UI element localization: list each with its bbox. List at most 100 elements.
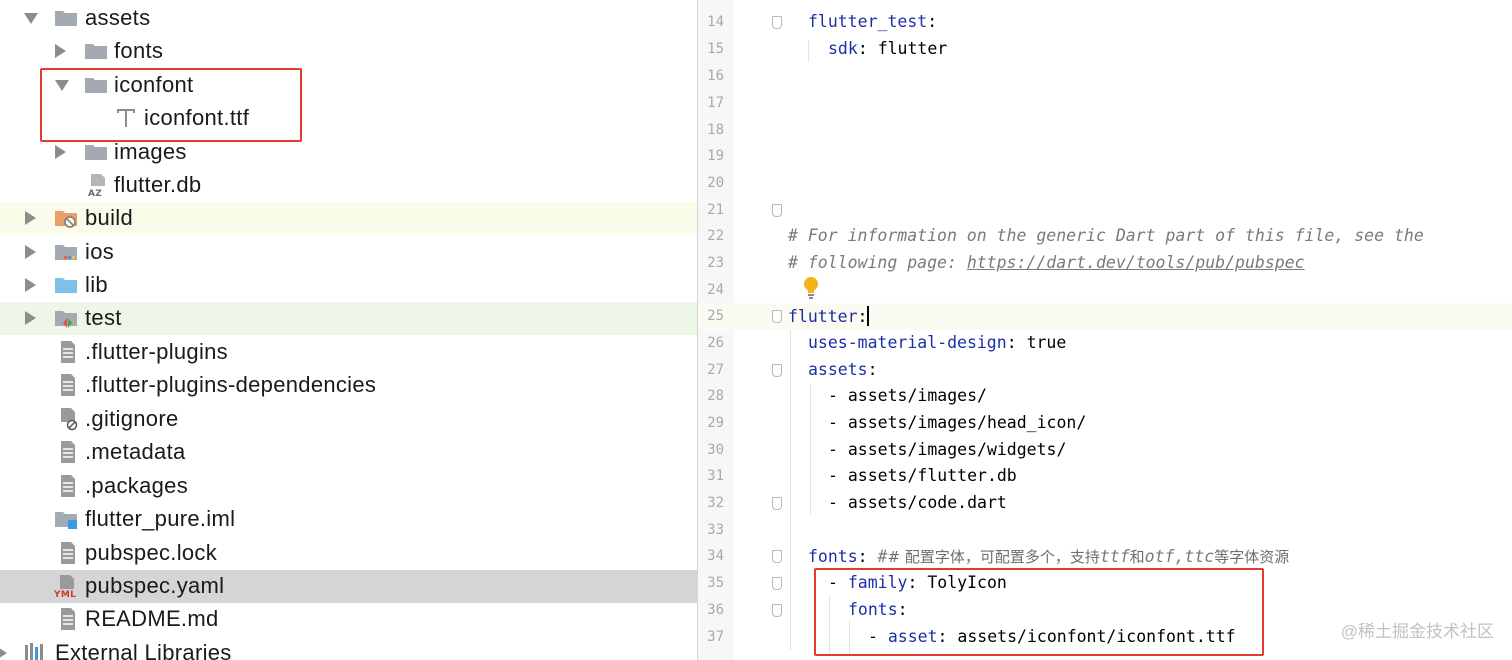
comment-text: # following page: — [788, 253, 967, 272]
yaml-list-item: - assets/code.dart — [828, 493, 1007, 512]
fold-marker-icon[interactable] — [772, 364, 782, 377]
tree-item-packages[interactable]: .packages — [0, 470, 697, 503]
code-line-20: 20 — [698, 170, 1512, 197]
fold-marker-icon[interactable] — [772, 577, 782, 590]
tree-item-test[interactable]: test — [0, 302, 697, 335]
lightbulb-icon[interactable] — [802, 276, 820, 300]
tree-item-fonts[interactable]: fonts — [0, 35, 697, 68]
tree-item-label: External Libraries — [55, 640, 232, 660]
tree-item-label: pubspec.yaml — [85, 573, 225, 598]
line-number: 24 — [707, 282, 724, 298]
text-file-icon — [61, 542, 75, 564]
comment-text: # — [877, 547, 888, 566]
fold-marker-icon[interactable] — [772, 604, 782, 617]
comment-text: ttf — [1099, 547, 1130, 566]
yaml-key: sdk — [828, 39, 858, 58]
tree-item-external-libraries[interactable]: External Libraries — [0, 637, 697, 660]
code-line-28: 28 - assets/images/ — [698, 383, 1512, 410]
line-number: 31 — [707, 468, 724, 484]
tree-item-gitignore[interactable]: .gitignore — [0, 403, 697, 436]
pubspec-docs-link[interactable]: https://dart.dev/tools/pub/pubspec — [967, 253, 1305, 272]
tree-item-readme[interactable]: README.md — [0, 603, 697, 636]
tree-item-flutter-plugins[interactable]: .flutter-plugins — [0, 336, 697, 369]
code-line-26: 26 uses-material-design: true — [698, 330, 1512, 357]
comment-text: # 配置字体，可配置多个，支持 — [887, 548, 1100, 566]
line-number: 29 — [707, 415, 724, 431]
yaml-value: true — [1026, 333, 1067, 352]
tree-item-flutter-db[interactable]: AZ flutter.db — [0, 169, 697, 202]
code-line-34: 34 fonts: ## 配置字体，可配置多个，支持ttf和otf,ttc等字体… — [698, 543, 1512, 570]
tree-item-label: assets — [85, 5, 151, 30]
tree-item-lib[interactable]: lib — [0, 269, 697, 302]
tree-item-label: lib — [85, 272, 108, 297]
code-line-30: 30 - assets/images/widgets/ — [698, 437, 1512, 464]
yaml-value: flutter — [877, 39, 948, 58]
tree-item-flutter-plugins-dependencies[interactable]: .flutter-plugins-dependencies — [0, 369, 697, 402]
code-line-31: 31 - assets/flutter.db — [698, 463, 1512, 490]
code-line-21: 21 — [698, 197, 1512, 224]
line-number: 14 — [707, 14, 724, 30]
tree-item-build[interactable]: build — [0, 202, 697, 235]
code-line-16: 16 — [698, 63, 1512, 90]
tree-item-label: .packages — [85, 473, 188, 498]
tree-item-pubspec-lock[interactable]: pubspec.lock — [0, 537, 697, 570]
line-number: 23 — [707, 255, 724, 271]
fold-marker-icon[interactable] — [772, 204, 782, 217]
line-number: 37 — [707, 629, 724, 645]
line-number: 30 — [707, 442, 724, 458]
chevron-down-icon[interactable] — [24, 13, 38, 24]
source-folder-icon — [55, 278, 77, 293]
fold-marker-icon[interactable] — [772, 497, 782, 510]
line-number: 25 — [707, 308, 724, 324]
line-number: 22 — [707, 228, 724, 244]
tree-item-label: build — [85, 205, 133, 230]
line-number: 19 — [707, 148, 724, 164]
line-number: 20 — [707, 175, 724, 191]
line-number: 17 — [707, 95, 724, 111]
code-line-17: 17 — [698, 90, 1512, 117]
line-number: 33 — [707, 522, 724, 538]
yaml-list-item: - assets/images/widgets/ — [828, 440, 1067, 459]
tree-item-label: .flutter-plugins-dependencies — [85, 372, 377, 397]
code-line-25: 25 flutter: — [698, 303, 1512, 330]
library-icon — [25, 643, 43, 660]
yaml-file-icon: YML — [54, 575, 76, 598]
module-file-icon — [55, 512, 77, 529]
text-file-icon — [61, 441, 75, 463]
chevron-right-icon[interactable] — [55, 145, 66, 159]
line-number: 36 — [707, 602, 724, 618]
chevron-right-icon[interactable] — [0, 646, 7, 660]
project-tree: assets fonts iconfont iconfont.ttf image… — [0, 0, 697, 660]
fold-marker-icon[interactable] — [772, 16, 782, 29]
fold-marker-icon[interactable] — [772, 550, 782, 563]
comment-text: otf,ttc — [1144, 547, 1215, 566]
code-line-27: 27 assets: — [698, 357, 1512, 384]
tree-item-label: ios — [85, 239, 115, 264]
code-editor[interactable]: 14 flutter_test: 15 sdk: flutter 16 17 1… — [698, 0, 1512, 660]
fold-marker-icon[interactable] — [772, 310, 782, 323]
tree-item-ios[interactable]: ios — [0, 236, 697, 269]
tree-item-pubspec-yaml[interactable]: YML pubspec.yaml — [0, 570, 697, 603]
chevron-right-icon[interactable] — [25, 311, 36, 325]
chevron-right-icon[interactable] — [55, 44, 66, 58]
yaml-list-item: - assets/images/head_icon/ — [828, 413, 1087, 432]
code-line-18: 18 — [698, 117, 1512, 144]
chevron-right-icon[interactable] — [25, 245, 36, 259]
line-number: 27 — [707, 362, 724, 378]
line-number: 16 — [707, 68, 724, 84]
code-line-23: 23 # following page: https://dart.dev/to… — [698, 250, 1512, 277]
tree-item-metadata[interactable]: .metadata — [0, 436, 697, 469]
tree-item-flutter-pure-iml[interactable]: flutter_pure.iml — [0, 503, 697, 536]
text-file-icon — [61, 608, 75, 630]
code-line-32: 32 - assets/code.dart — [698, 490, 1512, 517]
tree-item-label: pubspec.lock — [85, 540, 218, 565]
chevron-right-icon[interactable] — [25, 278, 36, 292]
tree-item-label: .metadata — [85, 439, 186, 464]
tree-item-assets[interactable]: assets — [0, 2, 697, 35]
line-number: 32 — [707, 495, 724, 511]
chevron-right-icon[interactable] — [25, 211, 36, 225]
line-number: 18 — [707, 122, 724, 138]
yaml-key: uses-material-design — [808, 333, 1007, 352]
code-line-15: 15 sdk: flutter — [698, 36, 1512, 63]
code-line-19: 19 — [698, 143, 1512, 170]
